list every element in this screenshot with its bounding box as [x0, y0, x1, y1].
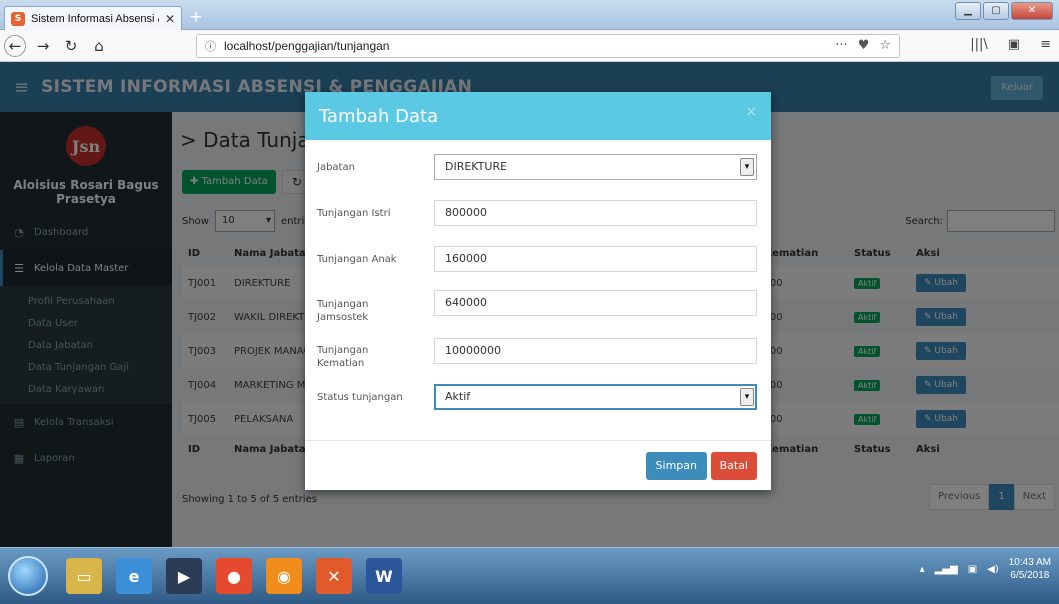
browser-tab[interactable]: S Sistem Informasi Absensi & Pe ✕ [4, 6, 182, 30]
xampp-icon[interactable]: ✕ [316, 558, 352, 594]
home-icon[interactable]: ⌂ [88, 35, 110, 57]
start-button[interactable] [8, 556, 48, 596]
sidebar-toggle-icon[interactable]: ▣ [1008, 37, 1020, 52]
status-select[interactable]: Aktif ▾ [434, 384, 757, 410]
system-tray: ▴ ▂▄▆ ▣ ◀) 10:43 AM 6/5/2018 [920, 556, 1051, 582]
bookmark-star-icon[interactable]: ☆ [879, 38, 891, 53]
browser-tab-bar: S Sistem Informasi Absensi & Pe ✕ + ▁ ▢ … [0, 0, 1059, 30]
browser-nav-bar: ← → ↻ ⌂ ⓘ localhost/penggajian/tunjangan… [0, 30, 1059, 62]
modal-header: Tambah Data × [305, 92, 771, 140]
tunjangan-anak-input[interactable]: 160000 [434, 246, 757, 272]
minimize-icon[interactable]: ▁ [955, 2, 981, 20]
tunjangan-istri-input[interactable]: 800000 [434, 200, 757, 226]
clock[interactable]: 10:43 AM 6/5/2018 [1009, 556, 1051, 582]
chevron-down-icon: ▾ [740, 158, 754, 176]
modal-title: Tambah Data [319, 106, 439, 127]
reload-icon[interactable]: ↻ [60, 35, 82, 57]
new-tab-icon[interactable]: + [186, 8, 206, 26]
tunjangan-kematian-label: Tunjangan Kematian [317, 345, 369, 369]
close-icon[interactable]: × [745, 104, 757, 120]
clock-date: 6/5/2018 [1010, 570, 1050, 581]
media-player-icon[interactable]: ▶ [166, 558, 202, 594]
cancel-button[interactable]: Batal [710, 452, 757, 480]
jabatan-label: Jabatan [317, 162, 355, 173]
tunjangan-istri-label: Tunjangan Istri [317, 208, 391, 219]
tab-title: Sistem Informasi Absensi & Pe [31, 12, 159, 25]
close-window-icon[interactable]: ✕ [1011, 2, 1053, 20]
library-icon[interactable]: |||\ [970, 37, 988, 52]
network-icon[interactable]: ▣ [968, 564, 977, 575]
window-controls: ▁ ▢ ✕ [955, 2, 1053, 20]
file-explorer-icon[interactable]: ▭ [66, 558, 102, 594]
url-bar[interactable]: ⓘ localhost/penggajian/tunjangan ··· ♥ ☆ [196, 34, 900, 58]
firefox-icon[interactable]: ◉ [266, 558, 302, 594]
info-icon[interactable]: ⓘ [205, 38, 216, 54]
pocket-icon[interactable]: ♥ [858, 38, 870, 53]
url-text[interactable]: localhost/penggajian/tunjangan [224, 39, 389, 53]
add-data-modal: Tambah Data × Jabatan DIREKTURE ▾ Tunjan… [305, 92, 771, 490]
jabatan-select[interactable]: DIREKTURE ▾ [434, 154, 757, 180]
app-icon[interactable]: ● [216, 558, 252, 594]
status-value: Aktif [445, 390, 471, 403]
taskbar: ▭ e ▶ ● ◉ ✕ W ▴ ▂▄▆ ▣ ◀) 10:43 AM 6/5/20… [0, 547, 1059, 604]
volume-icon[interactable]: ◀) [987, 564, 999, 575]
tunjangan-jamsostek-label: Tunjangan Jamsostek [317, 299, 369, 323]
signal-icon[interactable]: ▂▄▆ [935, 564, 958, 575]
clock-time: 10:43 AM [1008, 557, 1051, 568]
status-label: Status tunjangan [317, 392, 403, 403]
tunjangan-anak-label: Tunjangan Anak [317, 254, 397, 265]
jabatan-value: DIREKTURE [445, 160, 508, 173]
show-hidden-icon[interactable]: ▴ [920, 564, 925, 575]
browser-menu-icon[interactable]: ≡ [1040, 37, 1051, 52]
modal-footer: Simpan Batal [305, 440, 771, 490]
forward-icon[interactable]: → [32, 35, 54, 57]
tunjangan-jamsostek-input[interactable]: 640000 [434, 290, 757, 316]
back-icon[interactable]: ← [4, 34, 26, 57]
page-actions-icon[interactable]: ··· [835, 38, 847, 53]
save-button[interactable]: Simpan [645, 452, 707, 480]
internet-explorer-icon[interactable]: e [116, 558, 152, 594]
word-icon[interactable]: W [366, 558, 402, 594]
favicon-icon: S [11, 11, 25, 26]
maximize-icon[interactable]: ▢ [983, 2, 1009, 20]
chevron-down-icon: ▾ [740, 388, 754, 406]
close-tab-icon[interactable]: ✕ [165, 12, 175, 26]
tunjangan-kematian-input[interactable]: 10000000 [434, 338, 757, 364]
